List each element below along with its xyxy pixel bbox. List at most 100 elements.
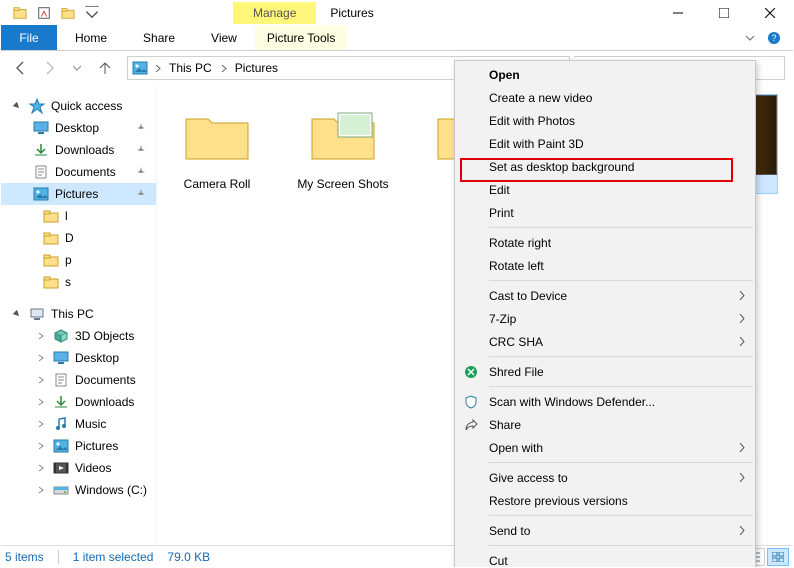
context-menu-separator: [489, 462, 753, 463]
ctx-rotate-right[interactable]: Rotate right: [455, 231, 755, 254]
pin-icon: [136, 145, 146, 155]
tab-view[interactable]: View: [193, 25, 255, 50]
folder-my-screen-shots[interactable]: My Screen Shots: [293, 95, 393, 191]
music-icon: [53, 416, 69, 432]
up-button[interactable]: [93, 56, 117, 80]
ctx-cut[interactable]: Cut: [455, 549, 755, 568]
star-icon: [29, 98, 45, 114]
ctx-send-to[interactable]: Send to: [455, 519, 755, 542]
qat-new-folder-icon[interactable]: [57, 2, 79, 24]
close-button[interactable]: [747, 1, 793, 25]
ctx-edit-with-photos[interactable]: Edit with Photos: [455, 109, 755, 132]
breadcrumb-this-pc[interactable]: This PC: [167, 61, 214, 75]
ctx-7-zip[interactable]: 7-Zip: [455, 307, 755, 330]
pin-icon: [136, 167, 146, 177]
qat-properties-icon[interactable]: [33, 2, 55, 24]
nav-item-desktop[interactable]: Desktop: [1, 347, 156, 369]
pin-icon: [136, 123, 146, 133]
ctx-open-with[interactable]: Open with: [455, 436, 755, 459]
ctx-shred-file[interactable]: Shred File: [455, 360, 755, 383]
ctx-crc-sha[interactable]: CRC SHA: [455, 330, 755, 353]
nav-subfolder[interactable]: p: [1, 249, 156, 271]
status-selected-count: 1 item selected: [73, 550, 154, 564]
ctx-scan-with-windows-defender-[interactable]: Scan with Windows Defender...: [455, 390, 755, 413]
nav-item-videos[interactable]: Videos: [1, 457, 156, 479]
ctx-print[interactable]: Print: [455, 201, 755, 224]
ctx-rotate-left[interactable]: Rotate left: [455, 254, 755, 277]
forward-button[interactable]: [37, 56, 61, 80]
nav-item-desktop[interactable]: Desktop: [1, 117, 156, 139]
qat-customize-dropdown[interactable]: [81, 2, 103, 24]
minimize-button[interactable]: [655, 1, 701, 25]
back-button[interactable]: [9, 56, 33, 80]
maximize-button[interactable]: [701, 1, 747, 25]
context-menu-separator: [489, 386, 753, 387]
ctx-restore-previous-versions[interactable]: Restore previous versions: [455, 489, 755, 512]
nav-item-downloads[interactable]: Downloads: [1, 139, 156, 161]
nav-item-downloads[interactable]: Downloads: [1, 391, 156, 413]
chevron-right-icon: [739, 443, 745, 452]
nav-item-pictures[interactable]: Pictures: [1, 435, 156, 457]
ctx-create-a-new-video[interactable]: Create a new video: [455, 86, 755, 109]
nav-item-documents[interactable]: Documents: [1, 369, 156, 391]
ribbon: File Home Share View Picture Tools ?: [1, 25, 793, 51]
folder-icon: [43, 274, 59, 290]
documents-icon: [53, 372, 69, 388]
this-pc-icon: [29, 306, 45, 322]
folder-camera-roll[interactable]: Camera Roll: [167, 95, 267, 191]
documents-icon: [33, 164, 49, 180]
folder-icon: [293, 95, 393, 175]
context-menu-separator: [489, 227, 753, 228]
contextual-tab-header: Manage Pictures: [233, 1, 388, 25]
explorer-icon[interactable]: [9, 2, 31, 24]
context-menu-separator: [489, 280, 753, 281]
status-item-count: 5 items: [5, 550, 44, 564]
nav-item-pictures[interactable]: Pictures: [1, 183, 156, 205]
ctx-share[interactable]: Share: [455, 413, 755, 436]
status-selected-size: 79.0 KB: [167, 550, 210, 564]
tab-home[interactable]: Home: [57, 25, 125, 50]
videos-icon: [53, 460, 69, 476]
nav-item-windows-c-[interactable]: Windows (C:): [1, 479, 156, 501]
pictures-icon: [132, 60, 148, 76]
chevron-right-icon: [739, 526, 745, 535]
recent-locations-dropdown[interactable]: [65, 56, 89, 80]
nav-subfolder[interactable]: l: [1, 205, 156, 227]
window-controls: [655, 1, 793, 25]
chevron-right-icon: [739, 291, 745, 300]
file-tab[interactable]: File: [1, 25, 57, 50]
window-title: Pictures: [316, 2, 387, 24]
tab-share[interactable]: Share: [125, 25, 193, 50]
help-button[interactable]: ?: [763, 27, 785, 49]
nav-subfolder[interactable]: s: [1, 271, 156, 293]
nav-subfolder[interactable]: D: [1, 227, 156, 249]
downloads-icon: [53, 394, 69, 410]
context-menu: OpenCreate a new videoEdit with PhotosEd…: [454, 60, 756, 568]
breadcrumb-pictures[interactable]: Pictures: [233, 61, 280, 75]
downloads-icon: [33, 142, 49, 158]
manage-contextual-tab[interactable]: Manage: [233, 2, 316, 24]
ctx-open[interactable]: Open: [455, 63, 755, 86]
nav-item-documents[interactable]: Documents: [1, 161, 156, 183]
icons-view-button[interactable]: [767, 548, 789, 566]
pictures-icon: [33, 186, 49, 202]
3d-icon: [53, 328, 69, 344]
nav-item-3d-objects[interactable]: 3D Objects: [1, 325, 156, 347]
tab-picture-tools[interactable]: Picture Tools: [255, 25, 347, 50]
nav-item-music[interactable]: Music: [1, 413, 156, 435]
chevron-right-icon: [739, 473, 745, 482]
folder-icon: [43, 230, 59, 246]
quick-access-label: Quick access: [51, 99, 122, 113]
ctx-set-as-desktop-background[interactable]: Set as desktop background: [455, 155, 755, 178]
navigation-pane: Quick access DesktopDownloadsDocumentsPi…: [1, 85, 157, 545]
ctx-give-access-to[interactable]: Give access to: [455, 466, 755, 489]
ctx-edit[interactable]: Edit: [455, 178, 755, 201]
context-menu-separator: [489, 356, 753, 357]
ribbon-expand-dropdown[interactable]: [739, 27, 761, 49]
ctx-edit-with-paint-3d[interactable]: Edit with Paint 3D: [455, 132, 755, 155]
file-explorer-window: Manage Pictures File Home Share View Pic…: [0, 0, 794, 568]
context-menu-separator: [489, 515, 753, 516]
this-pc-header[interactable]: This PC: [1, 303, 156, 325]
quick-access-header[interactable]: Quick access: [1, 95, 156, 117]
ctx-cast-to-device[interactable]: Cast to Device: [455, 284, 755, 307]
